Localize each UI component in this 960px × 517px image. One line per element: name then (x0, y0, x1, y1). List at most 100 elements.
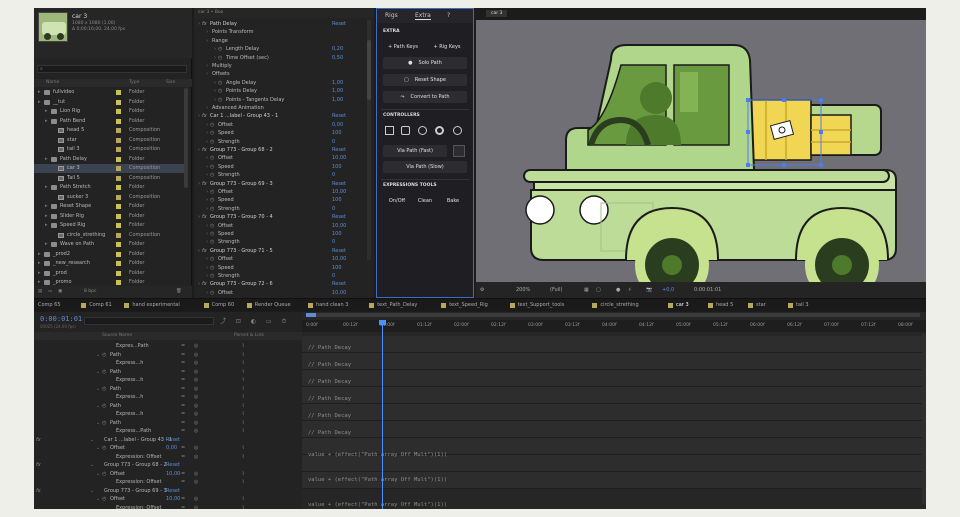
effect-group[interactable]: › fx Car 1 ...label - Group 43 - 1 Reset (194, 112, 366, 121)
label-color-swatch[interactable] (116, 185, 121, 190)
chevron-down-icon[interactable]: ⌄ (96, 496, 100, 502)
graph-icon[interactable]: ⌇ (242, 377, 244, 383)
effect-property[interactable]: › ◴ Strength 0 (194, 138, 366, 147)
reset-link[interactable]: Reset (332, 214, 346, 220)
tab-text-support-tools[interactable]: text_Support_tools (518, 302, 565, 308)
effect-property-value[interactable]: 10,00 (332, 189, 346, 195)
effect-property-value[interactable]: 0 (332, 273, 335, 279)
project-item[interactable]: car 3 Composition (34, 164, 184, 173)
chevron-right-icon[interactable]: › (206, 189, 208, 195)
layer-property-value[interactable]: 10,00 (166, 471, 180, 477)
chevron-right-icon[interactable]: ▸ (45, 222, 48, 228)
graph-icon[interactable]: ⌇ (242, 428, 244, 434)
stopwatch-icon[interactable]: ◴ (210, 231, 214, 237)
pick-whip-icon[interactable]: ◎ (194, 377, 198, 383)
effect-property-value[interactable]: 1,00 (332, 97, 343, 103)
stopwatch-icon[interactable]: ◴ (210, 239, 214, 245)
stopwatch-icon[interactable]: ◴ (218, 80, 222, 86)
fx-icon[interactable]: fx (202, 21, 207, 27)
fast-preview-icon[interactable]: ⚡ (628, 287, 632, 293)
chevron-right-icon[interactable]: › (206, 231, 208, 237)
tab-rigs[interactable]: Rigs (385, 12, 398, 19)
reset-link[interactable]: Reset (332, 113, 346, 119)
chevron-right-icon[interactable]: › (198, 113, 200, 119)
effect-group[interactable]: › fx Path Delay Reset (194, 20, 366, 29)
effect-property[interactable]: › ◴ Time Offset (sec) 0,50 (194, 54, 366, 63)
via-path-fast-button[interactable]: Via Path (Fast) (383, 145, 447, 157)
effect-property[interactable]: › ◴ Offset 10,00 (194, 255, 366, 264)
chevron-right-icon[interactable]: › (198, 281, 200, 287)
chevron-right-icon[interactable]: › (206, 172, 208, 178)
project-item[interactable]: ▸ Wave on Path Folder (34, 240, 184, 249)
chevron-right-icon[interactable]: › (214, 88, 216, 94)
pick-whip-icon[interactable]: ◎ (194, 394, 198, 400)
chevron-right-icon[interactable]: ▸ (45, 241, 48, 247)
label-color-swatch[interactable] (116, 175, 121, 181)
tab-text-path-delay[interactable]: text_Path_Delay (377, 302, 417, 308)
chevron-right-icon[interactable]: ▸ (45, 213, 48, 219)
timeline-scrollbar[interactable] (922, 334, 926, 504)
pick-whip-icon[interactable]: ◎ (194, 471, 198, 477)
pick-whip-icon[interactable]: ◎ (194, 352, 198, 358)
effect-property-value[interactable]: 0 (332, 206, 335, 212)
square-controller-icon[interactable] (401, 126, 410, 135)
circle-controller-icon[interactable] (418, 126, 427, 135)
project-item[interactable]: sucker 3 Composition (34, 193, 184, 202)
chevron-right-icon[interactable]: ▸ (38, 279, 41, 285)
expression-clean-button[interactable]: Clean (411, 195, 439, 207)
effect-property[interactable]: › ◴ Angle Delay 1,00 (194, 79, 366, 88)
stopwatch-icon[interactable]: ◴ (102, 386, 106, 392)
chevron-right-icon[interactable]: › (198, 248, 200, 254)
expression-enable-icon[interactable]: = (181, 343, 185, 349)
project-search-input[interactable]: ⌕ (37, 65, 187, 73)
effect-property[interactable]: › ◴ Speed 100 (194, 129, 366, 138)
expression-enable-icon[interactable]: = (181, 352, 185, 358)
stopwatch-icon[interactable]: ◴ (210, 139, 214, 145)
stopwatch-icon[interactable]: ◴ (210, 223, 214, 229)
reset-link[interactable]: Reset (166, 462, 180, 468)
effect-property[interactable]: › ◴ Strength 0 (194, 171, 366, 180)
expression-enable-icon[interactable]: = (181, 505, 185, 510)
project-item[interactable]: head 5 Composition (34, 126, 184, 135)
effect-property[interactable]: › ◴ Strength 0 (194, 238, 366, 247)
stopwatch-icon[interactable]: ◴ (210, 189, 214, 195)
reset-link[interactable]: Reset (332, 21, 346, 27)
tab-comp-65[interactable]: Comp 65 (38, 302, 61, 308)
reset-shape-button[interactable]: ▢ Reset Shape (383, 74, 467, 86)
graph-icon[interactable]: ⌇ (242, 471, 244, 477)
comp-canvas[interactable] (476, 20, 926, 282)
effect-property[interactable]: › ◴ Speed 100 (194, 163, 366, 172)
effect-group[interactable]: › fx Group 773 - Group 70 - 4 Reset (194, 213, 366, 222)
project-item[interactable]: Tail 5 Composition (34, 174, 184, 183)
label-color-swatch[interactable] (116, 109, 121, 114)
new-comp-icon[interactable]: ▣ (58, 289, 62, 294)
label-color-swatch[interactable] (116, 270, 121, 276)
timeline-track[interactable] (302, 353, 926, 370)
effect-property-value[interactable]: 10,00 (332, 256, 346, 262)
graph-icon[interactable]: ⌇ (242, 505, 244, 510)
expression-enable-icon[interactable]: = (181, 420, 185, 426)
effect-property-value[interactable]: 1,00 (332, 88, 343, 94)
tab-help[interactable]: ? (447, 12, 450, 19)
tab-text-speed-rig[interactable]: text_Speed_Rig (449, 302, 488, 308)
effect-controls-scrollbar[interactable] (367, 20, 371, 260)
expression-enable-icon[interactable]: = (181, 386, 185, 392)
effect-property[interactable]: › ◴ Offset 10,00 (194, 222, 366, 231)
bit-depth-label[interactable]: 8 bpc (84, 289, 96, 294)
label-color-swatch[interactable] (116, 223, 121, 228)
tab-car-3[interactable]: car 3 (676, 302, 689, 308)
resolution-select[interactable]: (Full) (550, 287, 562, 293)
stopwatch-icon[interactable]: ◴ (102, 445, 106, 451)
time-ruler[interactable]: 0:00f 00:12f 01:00f 01:12f 02:00f 02:12f 03:00… (302, 320, 926, 332)
chevron-right-icon[interactable]: ▸ (38, 251, 41, 257)
effect-group[interactable]: › fx Group 773 - Group 72 - 6 Reset (194, 280, 366, 289)
null-controller-icon[interactable] (453, 126, 462, 135)
stopwatch-icon[interactable]: ◴ (210, 122, 214, 128)
tab-render-queue[interactable]: Render Queue (255, 302, 291, 308)
tab-hand-experimental[interactable]: hand experimental (132, 302, 179, 308)
chevron-right-icon[interactable]: › (214, 46, 216, 52)
convert-to-path-button[interactable]: ⤳ Convert to Path (383, 91, 467, 103)
chevron-down-icon[interactable]: ⌄ (96, 471, 100, 477)
chevron-right-icon[interactable]: ▸ (38, 260, 41, 266)
work-area-bar[interactable] (306, 313, 920, 317)
